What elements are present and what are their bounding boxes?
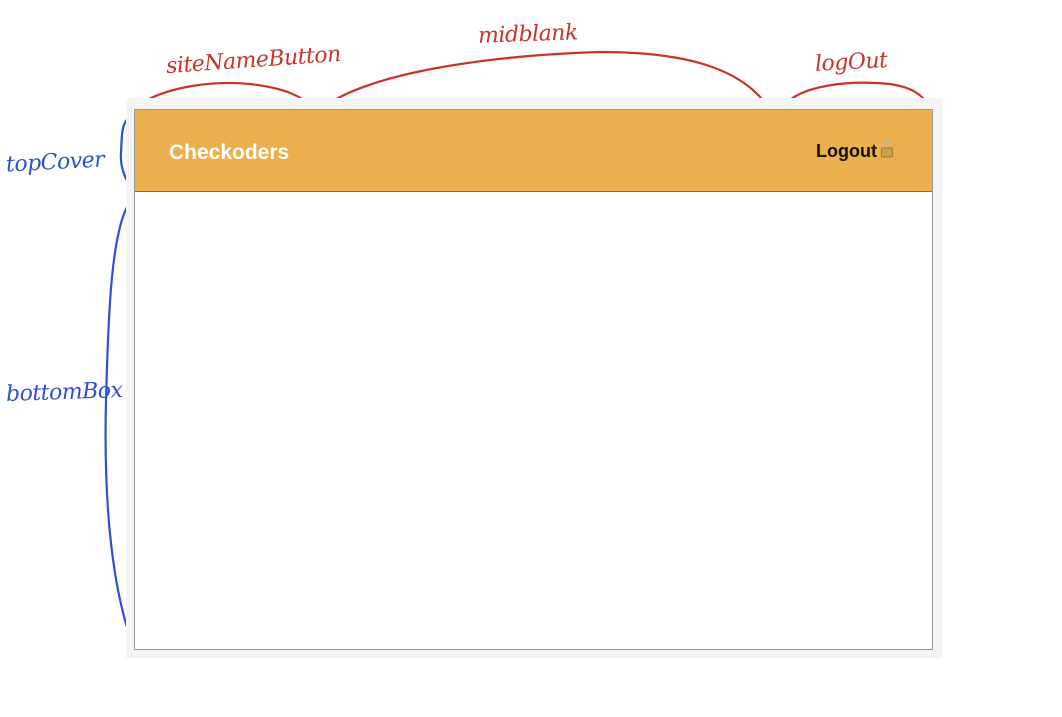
logout-button[interactable]: Logout [816, 140, 894, 163]
annotation-mid-blank: midblank [477, 20, 579, 49]
top-cover: Checkoders Logout [135, 110, 932, 192]
annotation-top-cover: topCover [5, 147, 105, 178]
logout-label: Logout [816, 141, 877, 161]
bottom-box [135, 192, 932, 649]
annotation-bottom-box: bottomBox [5, 377, 123, 408]
annotation-log-out: logOut [814, 48, 889, 77]
mid-blank [335, 110, 812, 191]
app-window: Checkoders Logout [134, 109, 933, 650]
site-name-button[interactable]: Checkoders [169, 141, 289, 165]
lock-open-icon [880, 140, 894, 163]
